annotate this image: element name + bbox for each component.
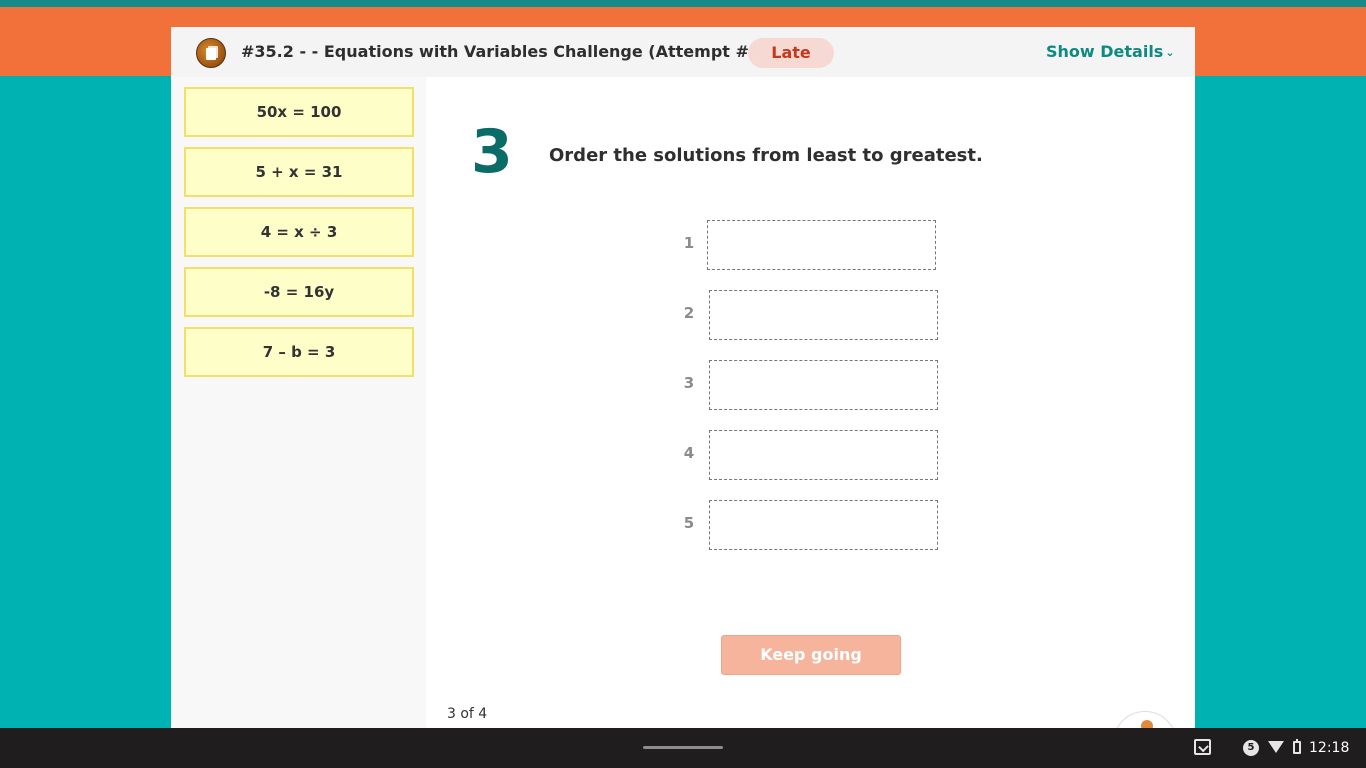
slot-label: 5 — [683, 514, 695, 532]
drop-slot-5[interactable] — [709, 500, 938, 550]
top-stripe — [0, 0, 1366, 7]
question-progress: 3 of 4 — [447, 706, 488, 722]
slot-label: 2 — [683, 304, 695, 322]
battery-icon[interactable] — [1293, 739, 1301, 754]
screen-capture-icon[interactable] — [1194, 739, 1211, 755]
answer-tile[interactable]: 7 – b = 3 — [184, 327, 414, 377]
answer-bank: 50x = 100 5 + x = 31 4 = x ÷ 3 -8 = 16y … — [171, 77, 426, 728]
answer-tile[interactable]: 4 = x ÷ 3 — [184, 207, 414, 257]
question-prompt: Order the solutions from least to greate… — [549, 145, 983, 166]
answer-tile[interactable]: 50x = 100 — [184, 87, 414, 137]
avatar-icon — [196, 38, 226, 68]
notification-count-badge[interactable]: 5 — [1243, 740, 1259, 756]
home-gesture-bar[interactable] — [643, 746, 723, 749]
show-details-button[interactable]: Show Details ⌄ — [1046, 42, 1175, 61]
helper-button[interactable] — [1113, 711, 1177, 728]
answer-tile[interactable]: 5 + x = 31 — [184, 147, 414, 197]
drop-slot-2[interactable] — [709, 290, 938, 340]
taskbar: 5 12:18 — [0, 728, 1366, 768]
drop-slot-1[interactable] — [707, 220, 936, 270]
assignment-title: #35.2 - - Equations with Variables Chall… — [241, 42, 808, 61]
keep-going-button[interactable]: Keep going — [721, 635, 901, 675]
assignment-card: #35.2 - - Equations with Variables Chall… — [171, 27, 1195, 728]
show-details-label: Show Details — [1046, 42, 1164, 61]
chevron-down-icon: ⌄ — [1165, 46, 1175, 59]
question-number: 3 — [471, 117, 513, 187]
assignment-header: #35.2 - - Equations with Variables Chall… — [171, 27, 1195, 77]
slot-label: 1 — [683, 234, 695, 252]
slot-label: 4 — [683, 444, 695, 462]
wifi-icon[interactable] — [1268, 741, 1284, 753]
clock[interactable]: 12:18 — [1309, 740, 1349, 756]
slot-label: 3 — [683, 374, 695, 392]
answer-tile[interactable]: -8 = 16y — [184, 267, 414, 317]
drop-slot-4[interactable] — [709, 430, 938, 480]
drop-slot-3[interactable] — [709, 360, 938, 410]
late-status-badge: Late — [748, 38, 834, 68]
